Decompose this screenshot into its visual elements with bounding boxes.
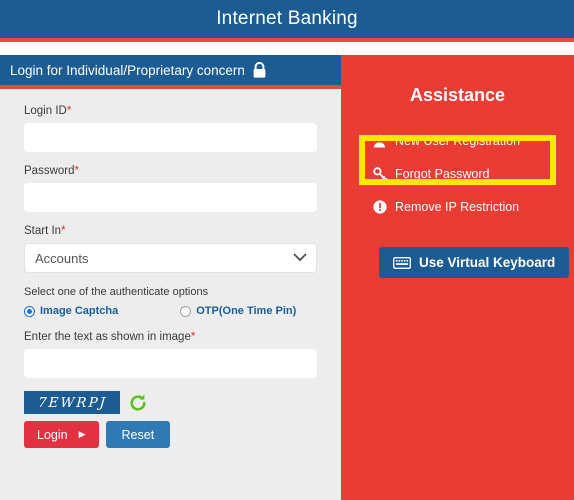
start-in-select[interactable]: Accounts [24,243,317,273]
captcha-input[interactable] [24,349,317,378]
password-field-group: Password* [24,165,317,212]
start-in-label: Start In* [24,225,317,237]
login-id-input[interactable] [24,123,317,152]
auth-options-hint: Select one of the authenticate options [24,286,209,298]
required-asterisk: * [190,331,196,343]
login-id-label-text: Login ID [24,105,67,117]
caret-right-icon: ▶ [78,429,86,439]
captcha-image-text: 7EWRPJ [36,394,108,411]
login-id-field-group: Login ID* [24,105,317,152]
required-asterisk: * [61,225,66,237]
assistance-link-label: Forgot Password [395,167,490,181]
assistance-link-new-user-registration[interactable]: New User Registration [371,134,574,148]
page-title: Internet Banking [216,8,358,29]
required-asterisk: * [74,165,79,177]
captcha-field-group: Enter the text as shown in image* [24,331,317,378]
assistance-panel: Assistance New User Registration Forgot … [341,55,574,500]
app-header: Internet Banking [0,0,574,38]
login-button-label: Login [37,427,68,442]
reset-button[interactable]: Reset [105,421,171,448]
use-virtual-keyboard-label: Use Virtual Keyboard [419,255,556,270]
required-asterisk: * [66,105,72,117]
assistance-title: Assistance [409,85,506,105]
captcha-image: 7EWRPJ [24,391,120,414]
refresh-icon[interactable] [128,393,148,413]
password-input[interactable] [24,183,317,212]
lock-icon [252,61,267,79]
radio-image-captcha-label: Image Captcha [40,305,119,317]
start-in-select-wrapper: Accounts [24,243,317,273]
captcha-label-text: Enter the text as shown in image [24,331,191,343]
user-icon [371,134,388,148]
password-label-text: Password [24,165,75,177]
radio-otp[interactable]: OTP(One Time Pin) [180,305,296,317]
start-in-field-group: Start In* Accounts [24,225,317,273]
header-spacer [0,42,574,55]
captcha-image-row: 7EWRPJ [24,391,317,414]
form-action-buttons: Login ▶ Reset [24,421,317,448]
assistance-links: New User Registration Forgot Password Re… [341,134,574,214]
login-panel-title: Login for Individual/Proprietary concern [10,62,245,78]
radio-otp-dot[interactable] [180,305,192,317]
login-form: Login ID* Password* Start In* Accounts S… [0,89,341,500]
assistance-link-forgot-password[interactable]: Forgot Password [371,167,574,181]
login-panel: Login for Individual/Proprietary concern… [0,55,341,500]
password-label: Password* [24,165,317,177]
key-icon [371,167,388,181]
start-in-label-text: Start In [24,225,62,237]
login-button[interactable]: Login ▶ [24,421,99,448]
start-in-selected-value: Accounts [35,250,89,266]
radio-otp-label: OTP(One Time Pin) [196,305,297,317]
radio-image-captcha[interactable]: Image Captcha [24,305,118,317]
reset-button-label: Reset [121,427,155,442]
captcha-label: Enter the text as shown in image* [24,331,317,343]
main-content: Login for Individual/Proprietary concern… [0,55,574,500]
assistance-link-label: Remove IP Restriction [395,200,520,214]
radio-image-captcha-dot[interactable] [24,305,35,317]
auth-options-group: Image Captcha OTP(One Time Pin) [24,305,317,317]
keyboard-icon [393,256,411,269]
use-virtual-keyboard-button[interactable]: Use Virtual Keyboard [379,247,570,278]
exclamation-circle-icon [371,200,388,214]
login-id-label: Login ID* [24,105,317,117]
login-panel-header: Login for Individual/Proprietary concern [0,55,341,89]
assistance-link-label: New User Registration [395,134,521,148]
assistance-link-remove-ip-restriction[interactable]: Remove IP Restriction [371,200,574,214]
